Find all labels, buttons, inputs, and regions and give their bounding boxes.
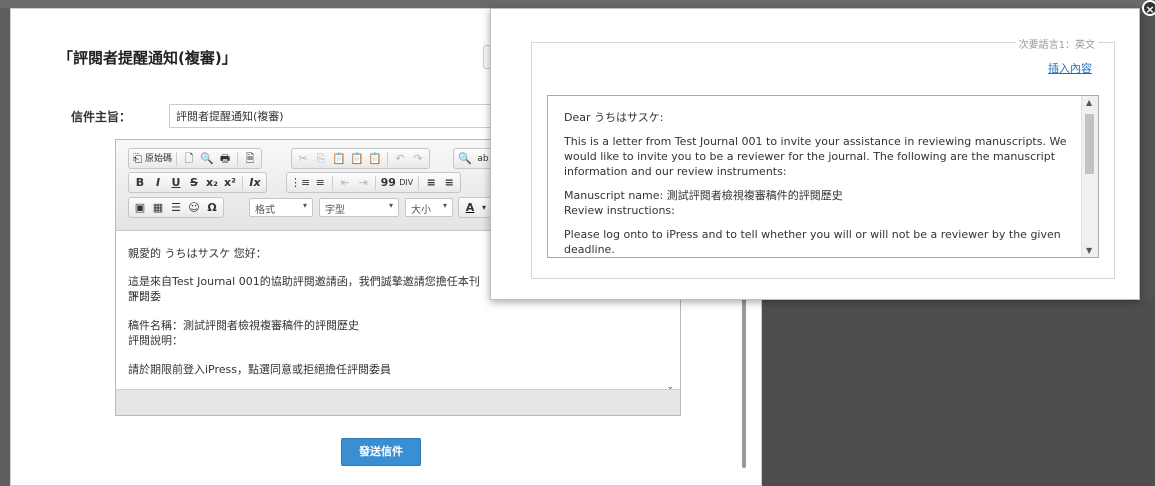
bulleted-list-icon[interactable]: ≡ <box>312 175 328 191</box>
size-dropdown[interactable]: 大小 ▾ <box>405 198 453 217</box>
align-left-icon[interactable]: ≡ <box>423 175 439 191</box>
toolbar-separator <box>418 175 420 190</box>
copy-icon[interactable]: ⎘ <box>313 151 329 167</box>
clipboard-group: ✂ ⎘ 📋 📋 📋 ↶ ↷ <box>291 148 430 169</box>
bold-button[interactable]: B <box>132 175 148 191</box>
special-char-icon[interactable]: Ω <box>204 200 220 216</box>
scroll-down-icon[interactable]: ▼ <box>1086 246 1092 255</box>
close-icon[interactable]: × <box>1142 0 1155 16</box>
english-letter-text: Dear うちはサスケ: This is a letter from Test … <box>564 110 1074 257</box>
source-button[interactable]: 原始碼 <box>145 151 172 167</box>
text-style-group: B I U S x₂ x² Ix <box>128 172 267 193</box>
chevron-down-icon: ▾ <box>442 201 447 210</box>
insert-content-link[interactable]: 插入內容 <box>1048 60 1092 76</box>
format-dropdown-label: 格式 <box>255 205 275 216</box>
letter-intro-continued: 下： <box>128 290 150 303</box>
superscript-button[interactable]: x² <box>222 175 238 191</box>
insert-group: ▣ ▦ ☰ ☺ Ω <box>128 197 224 218</box>
div-icon[interactable]: DIV <box>398 175 414 191</box>
top-strip <box>0 0 1155 8</box>
editor-statusbar <box>116 389 680 415</box>
paragraph-group: ⋮≡ ≡ ⇤ ⇥ 99 DIV ≡ ≡ <box>286 172 462 193</box>
paste-text-icon[interactable]: 📋 <box>349 151 365 167</box>
find-icon[interactable]: 🔍 <box>457 151 473 167</box>
italic-button[interactable]: I <box>150 175 166 191</box>
chevron-down-icon: ▾ <box>302 201 307 210</box>
source-icon: ⎗ <box>133 151 142 165</box>
english-intro: This is a letter from Test Journal 001 t… <box>564 135 1067 178</box>
remove-format-button[interactable]: Ix <box>247 175 263 191</box>
subscript-button[interactable]: x₂ <box>204 175 220 191</box>
cut-icon[interactable]: ✂ <box>295 151 311 167</box>
page-title: 「評閱者提醒通知(複審)」 <box>58 49 237 67</box>
blockquote-icon[interactable]: 99 <box>380 175 396 191</box>
letter-login: 請於期限前登入iPress，點選同意或拒絕擔任評閱委員 <box>128 363 392 376</box>
font-dropdown[interactable]: 字型 ▾ <box>319 198 399 217</box>
letter-instructions: 評閱說明： <box>128 334 183 347</box>
textarea-scrollbar[interactable]: ▲ ▼ <box>1081 96 1098 257</box>
panel-scrollbar[interactable] <box>742 298 746 468</box>
find-group: 🔍 ab <box>453 148 495 169</box>
secondary-language-popup: 次要語言1：英文 插入內容 Dear うちはサスケ: This is a let… <box>490 8 1140 300</box>
english-letter-textarea[interactable]: Dear うちはサスケ: This is a letter from Test … <box>547 95 1099 258</box>
paste-word-icon[interactable]: 📋 <box>367 151 383 167</box>
new-page-icon[interactable]: 🗋 <box>181 151 197 167</box>
color-group: A ▾ <box>458 197 492 218</box>
underline-button[interactable]: U <box>168 175 184 191</box>
background-dark-area <box>760 300 1155 486</box>
horizontal-rule-icon[interactable]: ☰ <box>168 200 184 216</box>
paste-icon[interactable]: 📋 <box>331 151 347 167</box>
format-dropdown[interactable]: 格式 ▾ <box>249 198 313 217</box>
replace-icon[interactable]: ab <box>475 151 491 167</box>
background-edge <box>1140 8 1155 308</box>
image-icon[interactable]: ▣ <box>132 200 148 216</box>
align-center-icon[interactable]: ≡ <box>441 175 457 191</box>
secondary-language-legend: 次要語言1：英文 <box>1015 36 1098 51</box>
subject-input[interactable] <box>169 104 509 128</box>
indent-icon[interactable]: ⇥ <box>355 175 371 191</box>
undo-icon[interactable]: ↶ <box>392 151 408 167</box>
print-icon[interactable]: 🖶 <box>217 151 233 167</box>
chevron-down-icon: ▾ <box>388 201 393 210</box>
toolbar-separator <box>387 151 388 166</box>
strikethrough-button[interactable]: S <box>186 175 202 191</box>
scrollbar-thumb[interactable] <box>1085 114 1094 174</box>
toolbar-separator <box>332 175 334 190</box>
send-letter-button[interactable]: 發送信件 <box>341 438 421 466</box>
toolbar-separator <box>237 151 239 166</box>
letter-manuscript: 稿件名稱：測試評閱者檢視複審稿件的評閱歷史 <box>128 319 359 332</box>
toolbar-separator <box>375 175 377 190</box>
size-dropdown-label: 大小 <box>411 205 431 216</box>
toolbar-separator <box>176 151 178 166</box>
english-instructions: Review instructions: <box>564 204 675 217</box>
subject-label: 信件主旨： <box>71 110 132 124</box>
scroll-up-icon[interactable]: ▲ <box>1086 98 1092 107</box>
font-dropdown-label: 字型 <box>325 205 345 216</box>
english-login: Please log onto to iPress and to tell wh… <box>564 228 1061 256</box>
numbered-list-icon[interactable]: ⋮≡ <box>290 175 310 191</box>
english-greeting: Dear うちはサスケ: <box>564 111 664 124</box>
outdent-icon[interactable]: ⇤ <box>337 175 353 191</box>
toolbar-separator <box>242 175 243 190</box>
template-icon[interactable]: 🗎 <box>242 151 258 167</box>
source-group: ⎗ 原始碼 🗋 🔍 🖶 🗎 <box>128 148 263 169</box>
chevron-down-icon[interactable]: ▾ <box>480 200 488 216</box>
table-icon[interactable]: ▦ <box>150 200 166 216</box>
english-manuscript: Manuscript name: 測試評閱者檢視複審稿件的評閱歷史 <box>564 189 843 202</box>
smiley-icon[interactable]: ☺ <box>186 200 202 216</box>
preview-icon[interactable]: 🔍 <box>199 151 215 167</box>
redo-icon[interactable]: ↷ <box>410 151 426 167</box>
text-color-button[interactable]: A <box>462 200 478 216</box>
letter-greeting: 親愛的 うちはサスケ 您好： <box>128 247 267 260</box>
